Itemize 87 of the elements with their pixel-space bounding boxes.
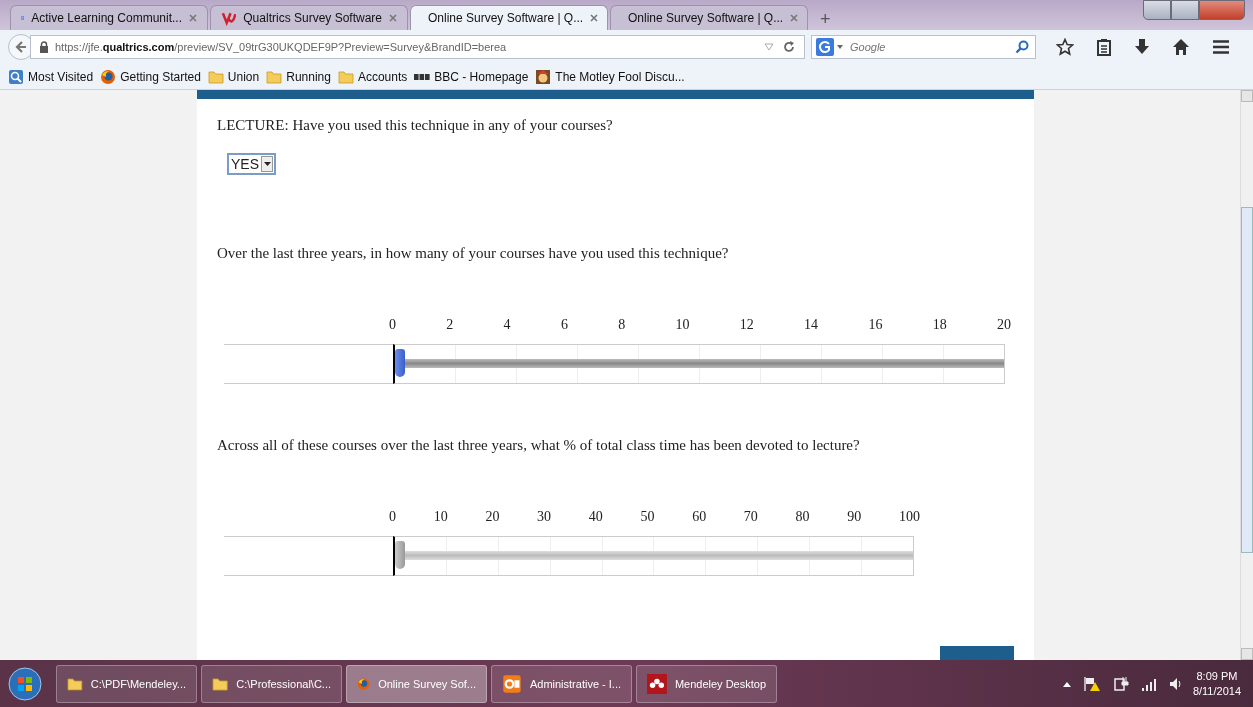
browser-tab[interactable]: Online Survey Software | Q... [610,5,808,30]
url-text: https://jfe.qualtrics.com/preview/SV_09trG30UKQDEF9P?Preview=Survey&BrandID=berea [55,41,508,53]
slider-handle[interactable] [395,541,405,569]
tab-title: Online Survey Software | Q... [628,11,784,25]
home-icon[interactable] [1172,38,1190,56]
browser-tab[interactable]: Qualtrics Survey Software [210,5,408,30]
browser-tab[interactable]: Active Learning Communit... [10,5,208,30]
address-bar[interactable]: https://jfe.qualtrics.com/preview/SV_09trG30UKQDEF9P?Preview=Survey&BrandID=berea [30,35,805,59]
dots-icon [647,671,667,696]
question-text: Over the last three years, in how many of your courses have you used this technique? [217,245,730,262]
taskbar-button[interactable]: C:\PDF\Mendeley... [56,664,197,703]
scale-label: 10 [675,317,690,334]
scale-label: 60 [692,509,707,526]
scale-label: 90 [847,509,862,526]
download-icon[interactable] [1134,38,1150,56]
scrollbar[interactable] [1240,90,1253,660]
tab-title: Active Learning Communit... [31,11,182,25]
bookmark-item[interactable]: Union [207,68,260,85]
search-engine-icon[interactable] [816,38,844,56]
bookmark-item[interactable]: The Motley Fool Discu... [535,68,685,85]
folder-icon [207,68,224,85]
scale-label: 2 [446,317,454,334]
start-button[interactable] [8,666,42,701]
slider-track[interactable] [393,536,914,576]
volume-icon[interactable] [1168,676,1181,691]
caret-icon [261,156,273,172]
search-icon[interactable] [1015,40,1029,54]
scale-label: 0 [389,317,396,334]
new-tab-button[interactable]: + [810,8,841,30]
tab-title: Online Survey Software | Q... [428,11,584,25]
scale-label: 20 [485,509,500,526]
bookmark-item[interactable]: Running [266,68,331,85]
star-icon[interactable] [1056,38,1074,56]
close-icon[interactable] [389,14,397,22]
scale-label: 6 [560,317,568,334]
taskbar-button[interactable]: C:\Professional\C... [201,664,342,703]
scale-label: 8 [618,317,626,334]
action-center-icon[interactable] [1082,675,1101,692]
q-logo-icon [221,10,237,26]
menu-icon[interactable] [1212,38,1230,56]
question-text: LECTURE: Have you used this technique in any of your courses? [217,117,614,134]
scale-label: 18 [932,317,947,334]
folder-icon [337,68,354,85]
minimize-button[interactable] [1143,0,1171,20]
bookmarks-icon [8,68,24,85]
maximize-button[interactable] [1171,0,1199,20]
scale-label: 10 [433,509,448,526]
taskbar-button[interactable]: Mendeley Desktop [636,664,777,703]
jester-icon [535,68,552,85]
lock-icon [39,41,49,53]
scale-label: 12 [739,317,754,334]
bookmark-item[interactable]: Accounts [337,68,408,85]
power-icon[interactable] [1112,675,1129,692]
folder-icon [266,68,283,85]
scale-label: 40 [588,509,603,526]
scale-label: 80 [795,509,810,526]
close-icon[interactable] [590,14,599,22]
slider-handle[interactable] [395,349,405,377]
bookmark-item[interactable]: Getting Started [100,68,201,85]
show-hidden-icons-icon[interactable] [1062,680,1071,687]
scale-label: 30 [537,509,552,526]
tab-title: Qualtrics Survey Software [243,11,382,25]
browser-tab[interactable]: Online Survey Software | Q... [410,5,608,30]
slider-track[interactable] [393,344,1005,384]
reload-icon[interactable] [782,40,796,54]
bookmark-item[interactable]: BBC - Homepage [414,68,529,85]
scale-label: 14 [804,317,819,334]
close-icon[interactable] [790,14,799,22]
reading-list-icon[interactable] [1096,38,1112,56]
signal-icon[interactable] [1140,676,1157,691]
taskbar-button[interactable]: Administrative - I... [491,664,632,703]
taskbar-button[interactable]: Online Survey Sof... [346,664,487,703]
scale-label: 0 [389,509,396,526]
back-arrow-icon [14,40,28,54]
question-text: Across all of these courses over the last three years, what % of total class time has been devoted to lecture? [217,437,861,454]
scale-label: 4 [503,317,511,334]
search-bar[interactable]: Google [811,35,1036,59]
scale-label: 50 [640,509,655,526]
answer-dropdown[interactable]: YES [227,153,276,175]
scale-label: 70 [743,509,758,526]
close-icon[interactable] [189,14,197,22]
scale-label: 16 [868,317,883,334]
scale-label: 20 [996,317,1011,334]
clock[interactable]: 8:09 PM 8/11/2014 [1192,668,1241,699]
globe-icon [100,68,117,85]
scale-label: 100 [898,509,920,526]
bookmark-item[interactable]: Most Visited [8,68,94,85]
